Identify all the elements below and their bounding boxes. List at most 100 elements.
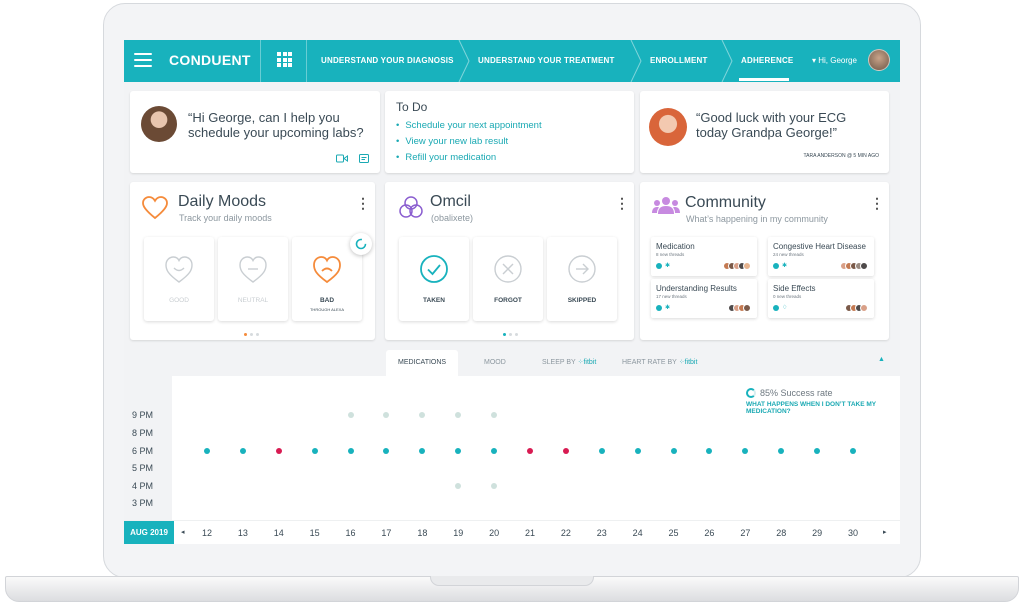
nav-understand-diagnosis[interactable]: UNDERSTAND YOUR DIAGNOSIS (321, 40, 454, 82)
mood-good-tile[interactable]: GOOD (144, 237, 214, 321)
x-tick-label: 19 (453, 528, 464, 538)
next-arrow-icon[interactable]: ▸ (883, 521, 887, 544)
tab-medications[interactable]: MEDICATIONS (386, 350, 459, 376)
user-greeting: Hi, George (818, 56, 857, 65)
menu-icon[interactable] (134, 53, 152, 67)
video-call-icon[interactable] (336, 154, 348, 163)
dose-point[interactable] (347, 448, 354, 454)
dose-point[interactable] (419, 448, 426, 454)
dose-point[interactable] (634, 448, 641, 454)
dose-point[interactable] (491, 412, 498, 418)
dose-point[interactable] (527, 448, 533, 454)
thread-card[interactable]: Medication 8 new threads ✱ (651, 237, 757, 276)
x-tick-label: 23 (596, 528, 607, 538)
thread-card[interactable]: Side Effects 0 new threads ♢ (768, 279, 874, 318)
medication-subtitle: (obalixete) (431, 213, 474, 223)
fitbit-wordmark: fitbit (684, 359, 698, 366)
dose-point[interactable] (204, 448, 210, 454)
y-tick-label: 3 PM (132, 498, 154, 508)
dose-point[interactable] (455, 483, 462, 489)
participant-avatars (845, 304, 868, 312)
star-icon: ✱ (782, 263, 788, 269)
previous-arrow-icon[interactable]: ◂ (181, 521, 185, 544)
dose-point[interactable] (275, 448, 282, 454)
collapse-icon[interactable]: ▲ (878, 356, 885, 363)
chevron-right-icon (630, 40, 642, 82)
nav-divider (260, 40, 261, 82)
thread-count: 24 new threads (773, 252, 804, 257)
user-menu[interactable]: ▾ Hi, George (812, 40, 857, 82)
dose-point[interactable] (778, 448, 785, 454)
sad-face-icon (313, 256, 341, 284)
thread-card[interactable]: Congestive Heart Disease 24 new threads … (768, 237, 874, 276)
nav-adherence[interactable]: ADHERENCE (741, 40, 793, 82)
x-tick-label: 29 (812, 528, 823, 538)
more-options-icon[interactable]: ⋮ (870, 196, 884, 210)
tab-sleep[interactable]: SLEEP BY ⁘fitbit (542, 350, 596, 376)
dose-point[interactable] (562, 448, 569, 454)
x-axis: AUG 2019 ◂ ▸ 12 13 14 15 16 17 18 19 20 21 22 23 24 2… (124, 520, 900, 544)
mood-neutral-tile[interactable]: NEUTRAL (218, 237, 288, 321)
dose-taken-tile[interactable]: TAKEN (399, 237, 469, 321)
dose-skipped-tile[interactable]: SKIPPED (547, 237, 617, 321)
daily-moods-card: Daily Moods Track your daily moods ⋮ GOO… (130, 182, 375, 340)
neutral-face-icon (239, 256, 267, 283)
x-tick-label: 24 (632, 528, 643, 538)
x-tick-label: 18 (417, 528, 428, 538)
fitbit-logo: ⁘fitbit (678, 359, 698, 366)
tab-mood[interactable]: MOOD (484, 350, 506, 376)
thread-card[interactable]: Understanding Results 17 new threads ✱ (651, 279, 757, 318)
todo-list: Schedule your next appointment View your… (396, 120, 542, 168)
dose-point[interactable] (491, 448, 498, 454)
nav-enrollment[interactable]: ENROLLMENT (650, 40, 708, 82)
community-subtitle: What’s happening in my community (686, 214, 828, 224)
mood-label: GOOD (169, 297, 189, 304)
todo-item[interactable]: Refill your medication (396, 152, 542, 163)
apps-grid-icon[interactable] (277, 52, 292, 67)
dose-point[interactable] (419, 412, 426, 418)
bell-icon: ♢ (782, 305, 788, 311)
dose-point[interactable] (706, 448, 713, 454)
dose-label: FORGOT (494, 297, 522, 304)
todo-title: To Do (396, 100, 428, 114)
thread-count: 0 new threads (773, 294, 802, 299)
chat-icon[interactable] (359, 154, 369, 163)
dose-point[interactable] (239, 448, 246, 454)
dose-point[interactable] (383, 448, 390, 454)
more-options-icon[interactable]: ⋮ (356, 196, 370, 210)
community-card: Community What’s happening in my communi… (640, 182, 889, 340)
dose-point[interactable] (742, 448, 749, 454)
x-tick-label: 12 (201, 528, 212, 538)
tab-label: SLEEP BY (542, 359, 576, 366)
medication-title: Omcil (430, 193, 471, 210)
user-avatar[interactable] (868, 49, 890, 71)
dose-point[interactable] (455, 412, 462, 418)
dose-point[interactable] (670, 448, 677, 454)
progress-ring-icon (746, 388, 756, 398)
month-label[interactable]: AUG 2019 (124, 521, 174, 544)
dose-forgot-tile[interactable]: FORGOT (473, 237, 543, 321)
dose-point[interactable] (311, 448, 318, 454)
nav-understand-treatment[interactable]: UNDERSTAND YOUR TREATMENT (478, 40, 615, 82)
dose-point[interactable] (814, 448, 821, 454)
dose-point[interactable] (455, 448, 462, 454)
nav-divider (306, 40, 307, 82)
dose-point[interactable] (491, 483, 498, 489)
dose-point[interactable] (347, 412, 354, 418)
more-options-icon[interactable]: ⋮ (615, 196, 629, 210)
plus-icon (656, 305, 662, 311)
tab-label: HEART RATE BY (622, 359, 677, 366)
dose-point[interactable] (598, 448, 605, 454)
x-tick-label: 17 (381, 528, 392, 538)
dose-label: SKIPPED (567, 297, 597, 304)
x-tick-label: 14 (273, 528, 284, 538)
carousel-dots (244, 333, 259, 336)
chevron-right-icon (458, 40, 470, 82)
todo-item[interactable]: View your new lab result (396, 136, 542, 147)
dose-point[interactable] (383, 412, 390, 418)
tab-heart-rate[interactable]: HEART RATE BY ⁘fitbit (622, 350, 697, 376)
message-meta: TARA ANDERSON @ 5 MIN AGO (803, 153, 879, 159)
todo-item[interactable]: Schedule your next appointment (396, 120, 541, 131)
missed-dose-info-link[interactable]: WHAT HAPPENS WHEN I DON’T TAKE MY MEDICA… (746, 401, 900, 415)
dose-point[interactable] (850, 448, 856, 454)
